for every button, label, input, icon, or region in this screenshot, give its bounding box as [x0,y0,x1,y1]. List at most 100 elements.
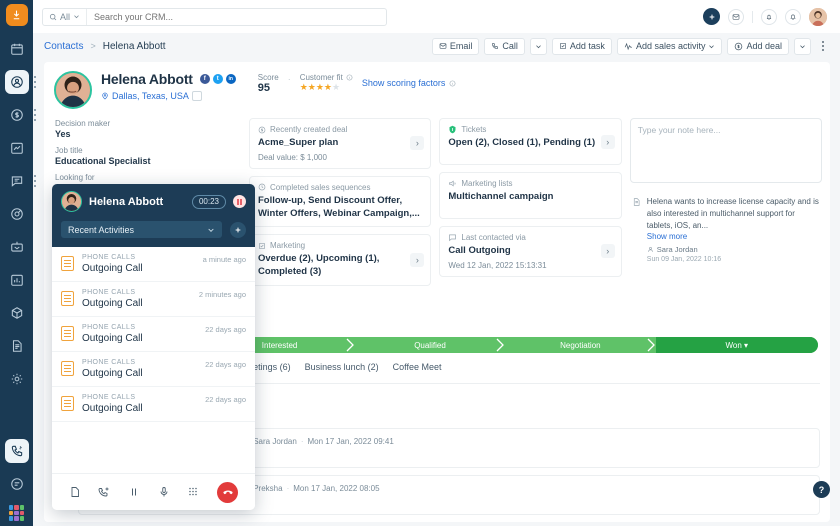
top-bar: All [33,0,840,33]
call-activity-item[interactable]: PHONE CALLSOutgoing Call22 days ago [52,352,255,387]
sidebar-item-analytics[interactable] [5,268,29,292]
deal-dollar-icon [258,126,266,134]
app-grid-icon[interactable] [9,505,25,521]
add-task-button[interactable]: Add task [552,38,612,55]
note-input[interactable]: Type your note here... [630,118,822,183]
star-icon[interactable]: ★ [300,82,308,92]
pipeline-stage[interactable]: Negotiation [505,337,655,353]
add-new-button[interactable] [703,8,720,25]
show-more-link[interactable]: Show more [647,232,820,241]
sidebar-item-deals-dots[interactable] [34,109,36,121]
app-logo[interactable] [6,4,28,26]
copy-icon[interactable] [192,91,202,101]
sidebar-item-phone[interactable] [5,439,29,463]
breadcrumb-parent[interactable]: Contacts [44,41,83,52]
activity-time: a minute ago [203,254,246,264]
pause-icon[interactable] [128,486,140,498]
customer-fit-stars[interactable]: ★★★★★ [300,82,353,93]
pipeline-stage-label: Qualified [414,341,446,350]
sidebar-item-goals[interactable] [5,202,29,226]
lists-card-title: Multichannel campaign [448,191,612,204]
email-button[interactable]: Email [432,38,480,55]
activity-time: 22 days ago [205,394,246,404]
customer-fit-block: Customer fit ★★★★★ [300,73,353,93]
chevron-right-icon[interactable]: › [601,135,615,149]
sidebar-item-calendar[interactable] [5,37,29,61]
pipeline-stage[interactable]: Won ▾ [656,337,818,353]
pause-icon[interactable] [233,195,246,208]
call-activity-item[interactable]: PHONE CALLSOutgoing Call2 minutes ago [52,282,255,317]
star-icon[interactable]: ★ [332,82,340,92]
info-icon[interactable] [346,74,353,81]
chevron-right-icon[interactable]: › [410,136,424,150]
sidebar-item-conversations-dots[interactable] [34,175,36,187]
sidebar-item-settings[interactable] [5,367,29,391]
timeline-meta: · Preksha · Mon 17 Jan, 2022 08:05 [236,484,380,493]
chevron-right-icon[interactable]: › [601,244,615,258]
sidebar-item-products[interactable] [5,301,29,325]
call-activity-list[interactable]: PHONE CALLSOutgoing Calla minute agoPHON… [52,247,255,473]
recent-activities-dropdown[interactable]: Recent Activities [61,221,222,238]
add-deal-dropdown-button[interactable] [794,38,811,55]
call-activity-item[interactable]: PHONE CALLSOutgoing Calla minute ago [52,247,255,282]
sidebar-item-conversations[interactable] [5,169,29,193]
call-transfer-icon[interactable] [98,486,110,498]
clipboard-icon [61,291,74,306]
recently-created-deal-card[interactable]: Recently created deal Acme_Super plan De… [249,118,431,169]
call-activity-item[interactable]: PHONE CALLSOutgoing Call22 days ago [52,387,255,422]
sidebar-item-reports[interactable] [5,136,29,160]
facebook-icon[interactable]: f [200,74,210,84]
dialpad-icon[interactable] [187,486,199,498]
sidebar-item-contacts-dots[interactable] [34,76,36,88]
activity-kind: PHONE CALLS [82,254,195,261]
global-search[interactable]: All [42,8,387,26]
star-icon[interactable]: ★ [316,82,324,92]
call-dropdown-button[interactable] [530,38,547,55]
call-button[interactable]: Call [484,38,525,55]
grid-dot [20,511,25,516]
completed-sequences-card[interactable]: Completed sales sequences Follow-up, Sen… [249,176,431,228]
add-sales-activity-button[interactable]: Add sales activity [617,38,723,55]
last-contacted-card[interactable]: Last contacted via Call Outgoing Wed 12 … [439,226,621,277]
activity-time: 2 minutes ago [199,289,246,299]
sidebar-item-documents[interactable] [5,334,29,358]
help-button[interactable]: ? [813,481,830,498]
bell-icon[interactable] [785,9,801,25]
tab-coffee-meet[interactable]: Coffee Meet [393,362,442,383]
add-deal-button[interactable]: Add deal [727,38,789,55]
marketing-card-title: Overdue (2), Upcoming (1), Completed (3) [258,253,422,279]
marketing-lists-card[interactable]: Marketing lists Multichannel campaign [439,172,621,219]
sidebar-item-campaigns[interactable] [5,235,29,259]
recent-activities-label: Recent Activities [68,225,134,235]
search-scope-selector[interactable]: All [43,9,87,25]
twitter-icon[interactable]: t [213,74,223,84]
end-call-button[interactable] [217,482,238,503]
sidebar-item-chat[interactable] [5,472,29,496]
sidebar-item-deals[interactable] [5,103,29,127]
tab-business-lunch-2[interactable]: Business lunch (2) [305,362,379,383]
activity-pulse-icon [624,42,633,51]
note-date: Sun 09 Jan, 2022 10:16 [647,256,820,263]
activity-title: Outgoing Call [82,298,191,309]
info-icon[interactable] [449,80,456,87]
microphone-icon[interactable] [158,486,170,498]
search-input[interactable] [87,12,386,22]
tickets-card[interactable]: Tickets Open (2), Closed (1), Pending (1… [439,118,621,165]
avatar[interactable] [809,8,827,26]
field-label: Job title [55,146,239,155]
contact-location[interactable]: Dallas, Texas, USA [101,91,236,101]
show-scoring-factors-link[interactable]: Show scoring factors [362,78,446,88]
star-icon[interactable]: ★ [308,82,316,92]
note-page-icon[interactable] [69,486,81,498]
star-icon[interactable]: ★ [324,82,332,92]
marketing-tasks-card[interactable]: Marketing Overdue (2), Upcoming (1), Com… [249,234,431,286]
bell-alert-icon[interactable] [761,9,777,25]
chevron-right-icon[interactable]: › [410,253,424,267]
add-activity-button[interactable] [230,222,246,238]
linkedin-icon[interactable]: in [226,74,236,84]
sidebar-item-contacts[interactable] [5,70,29,94]
envelope-icon[interactable] [728,9,744,25]
call-activity-item[interactable]: PHONE CALLSOutgoing Call22 days ago [52,317,255,352]
more-options-button[interactable] [816,38,829,55]
pipeline-stage[interactable]: Qualified [355,337,505,353]
